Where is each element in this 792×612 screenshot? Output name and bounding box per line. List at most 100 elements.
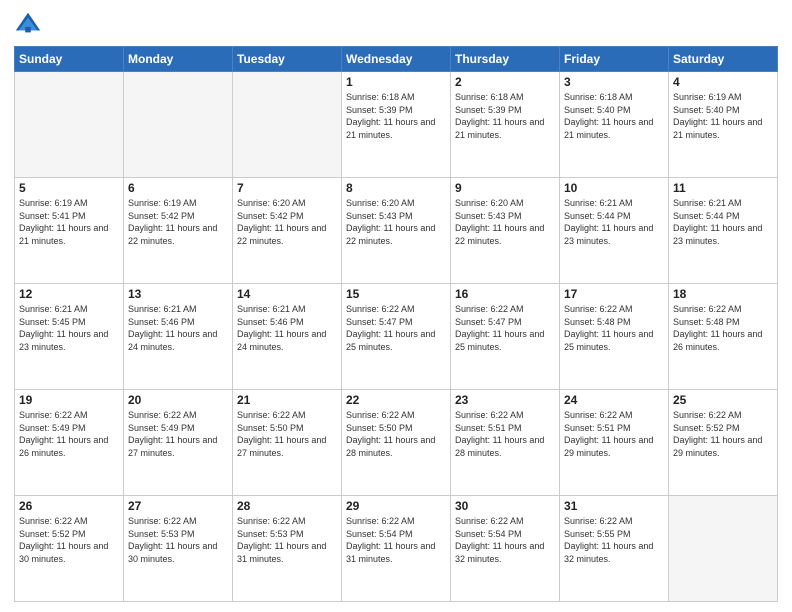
weekday-header-wednesday: Wednesday — [342, 47, 451, 72]
day-number: 19 — [19, 393, 119, 407]
calendar-cell: 19Sunrise: 6:22 AM Sunset: 5:49 PM Dayli… — [15, 390, 124, 496]
day-number: 20 — [128, 393, 228, 407]
calendar-cell: 5 Sunrise: 6:19 AM Sunset: 5:41 PM Daylig… — [15, 178, 124, 284]
day-info: Sunrise: 6:21 AM Sunset: 5:46 PM Dayligh… — [237, 303, 337, 353]
day-info: Sunrise: 6:22 AM Sunset: 5:47 PM Dayligh… — [455, 303, 555, 353]
day-number: 11 — [673, 181, 773, 195]
weekday-header-tuesday: Tuesday — [233, 47, 342, 72]
calendar-cell: 9Sunrise: 6:20 AM Sunset: 5:43 PM Daylig… — [451, 178, 560, 284]
day-number: 1 — [346, 75, 446, 89]
calendar-cell: 7Sunrise: 6:20 AM Sunset: 5:42 PM Daylig… — [233, 178, 342, 284]
calendar-cell: 14 Sunrise: 6:21 AM Sunset: 5:46 PM Dayli… — [233, 284, 342, 390]
weekday-header-monday: Monday — [124, 47, 233, 72]
calendar-cell: 21 Sunrise: 6:22 AM Sunset: 5:50 PM Dayli… — [233, 390, 342, 496]
day-info: Sunrise: 6:22 AM Sunset: 5:48 PM Dayligh… — [564, 303, 664, 353]
day-info: Sunrise: 6:19 AM Sunset: 5:42 PM Dayligh… — [128, 197, 228, 247]
day-info: Sunrise: 6:21 AM Sunset: 5:44 PM Dayligh… — [673, 197, 773, 247]
day-info: Sunrise: 6:22 AM Sunset: 5:54 PM Dayligh… — [346, 515, 446, 565]
calendar-cell: 20 Sunrise: 6:22 AM Sunset: 5:49 PM Dayli… — [124, 390, 233, 496]
weekday-header-row: SundayMondayTuesdayWednesdayThursdayFrid… — [15, 47, 778, 72]
calendar-cell: 31 Sunrise: 6:22 AM Sunset: 5:55 PM Dayli… — [560, 496, 669, 602]
day-number: 24 — [564, 393, 664, 407]
calendar-cell — [233, 72, 342, 178]
day-number: 10 — [564, 181, 664, 195]
calendar-cell: 13 Sunrise: 6:21 AM Sunset: 5:46 PM Dayli… — [124, 284, 233, 390]
day-number: 23 — [455, 393, 555, 407]
calendar-header: SundayMondayTuesdayWednesdayThursdayFrid… — [15, 47, 778, 72]
calendar-cell: 29 Sunrise: 6:22 AM Sunset: 5:54 PM Dayli… — [342, 496, 451, 602]
day-info: Sunrise: 6:22 AM Sunset: 5:51 PM Dayligh… — [455, 409, 555, 459]
calendar-cell: 10 Sunrise: 6:21 AM Sunset: 5:44 PM Dayli… — [560, 178, 669, 284]
calendar-cell: 6 Sunrise: 6:19 AM Sunset: 5:42 PM Daylig… — [124, 178, 233, 284]
day-number: 17 — [564, 287, 664, 301]
header — [14, 10, 778, 38]
calendar-cell: 1 Sunrise: 6:18 AM Sunset: 5:39 PM Daylig… — [342, 72, 451, 178]
calendar-cell: 12 Sunrise: 6:21 AM Sunset: 5:45 PM Dayli… — [15, 284, 124, 390]
calendar-cell: 22 Sunrise: 6:22 AM Sunset: 5:50 PM Dayli… — [342, 390, 451, 496]
day-info: Sunrise: 6:20 AM Sunset: 5:42 PM Dayligh… — [237, 197, 337, 247]
calendar-week-row: 1 Sunrise: 6:18 AM Sunset: 5:39 PM Daylig… — [15, 72, 778, 178]
day-number: 18 — [673, 287, 773, 301]
calendar-cell: 3 Sunrise: 6:18 AM Sunset: 5:40 PM Daylig… — [560, 72, 669, 178]
weekday-header-saturday: Saturday — [669, 47, 778, 72]
day-number: 6 — [128, 181, 228, 195]
logo — [14, 10, 46, 38]
day-info: Sunrise: 6:22 AM Sunset: 5:50 PM Dayligh… — [237, 409, 337, 459]
day-info: Sunrise: 6:22 AM Sunset: 5:55 PM Dayligh… — [564, 515, 664, 565]
day-info: Sunrise: 6:19 AM Sunset: 5:41 PM Dayligh… — [19, 197, 119, 247]
calendar-cell: 8 Sunrise: 6:20 AM Sunset: 5:43 PM Daylig… — [342, 178, 451, 284]
day-number: 15 — [346, 287, 446, 301]
calendar-cell: 28Sunrise: 6:22 AM Sunset: 5:53 PM Dayli… — [233, 496, 342, 602]
day-number: 31 — [564, 499, 664, 513]
day-number: 29 — [346, 499, 446, 513]
day-info: Sunrise: 6:19 AM Sunset: 5:40 PM Dayligh… — [673, 91, 773, 141]
calendar-body: 1 Sunrise: 6:18 AM Sunset: 5:39 PM Daylig… — [15, 72, 778, 602]
day-info: Sunrise: 6:22 AM Sunset: 5:53 PM Dayligh… — [237, 515, 337, 565]
calendar-cell — [669, 496, 778, 602]
day-info: Sunrise: 6:21 AM Sunset: 5:44 PM Dayligh… — [564, 197, 664, 247]
day-number: 3 — [564, 75, 664, 89]
day-number: 8 — [346, 181, 446, 195]
day-number: 21 — [237, 393, 337, 407]
day-info: Sunrise: 6:22 AM Sunset: 5:51 PM Dayligh… — [564, 409, 664, 459]
calendar-cell: 18 Sunrise: 6:22 AM Sunset: 5:48 PM Dayli… — [669, 284, 778, 390]
calendar-week-row: 19 Sunrise: 6:22 AM Sunset: 5:49 PM Dayli… — [15, 390, 778, 496]
day-number: 27 — [128, 499, 228, 513]
calendar-table: SundayMondayTuesdayWednesdayThursdayFrid… — [14, 46, 778, 602]
weekday-header-thursday: Thursday — [451, 47, 560, 72]
day-info: Sunrise: 6:22 AM Sunset: 5:54 PM Dayligh… — [455, 515, 555, 565]
day-number: 30 — [455, 499, 555, 513]
day-info: Sunrise: 6:21 AM Sunset: 5:46 PM Dayligh… — [128, 303, 228, 353]
day-info: Sunrise: 6:20 AM Sunset: 5:43 PM Dayligh… — [346, 197, 446, 247]
day-number: 5 — [19, 181, 119, 195]
day-number: 14 — [237, 287, 337, 301]
day-info: Sunrise: 6:22 AM Sunset: 5:47 PM Dayligh… — [346, 303, 446, 353]
calendar-cell: 16 Sunrise: 6:22 AM Sunset: 5:47 PM Dayli… — [451, 284, 560, 390]
day-info: Sunrise: 6:22 AM Sunset: 5:49 PM Dayligh… — [128, 409, 228, 459]
day-number: 16 — [455, 287, 555, 301]
calendar-cell — [15, 72, 124, 178]
day-info: Sunrise: 6:18 AM Sunset: 5:39 PM Dayligh… — [346, 91, 446, 141]
day-number: 26 — [19, 499, 119, 513]
calendar-cell: 24 Sunrise: 6:22 AM Sunset: 5:51 PM Dayli… — [560, 390, 669, 496]
page: SundayMondayTuesdayWednesdayThursdayFrid… — [0, 0, 792, 612]
day-info: Sunrise: 6:21 AM Sunset: 5:45 PM Dayligh… — [19, 303, 119, 353]
calendar-cell: 4Sunrise: 6:19 AM Sunset: 5:40 PM Daylig… — [669, 72, 778, 178]
day-number: 13 — [128, 287, 228, 301]
calendar-cell: 30 Sunrise: 6:22 AM Sunset: 5:54 PM Dayli… — [451, 496, 560, 602]
calendar-week-row: 5 Sunrise: 6:19 AM Sunset: 5:41 PM Daylig… — [15, 178, 778, 284]
calendar-cell: 17 Sunrise: 6:22 AM Sunset: 5:48 PM Dayli… — [560, 284, 669, 390]
calendar-cell — [124, 72, 233, 178]
calendar-week-row: 26Sunrise: 6:22 AM Sunset: 5:52 PM Dayli… — [15, 496, 778, 602]
calendar-cell: 27Sunrise: 6:22 AM Sunset: 5:53 PM Dayli… — [124, 496, 233, 602]
weekday-header-sunday: Sunday — [15, 47, 124, 72]
calendar-cell: 25Sunrise: 6:22 AM Sunset: 5:52 PM Dayli… — [669, 390, 778, 496]
day-number: 12 — [19, 287, 119, 301]
weekday-header-friday: Friday — [560, 47, 669, 72]
day-number: 22 — [346, 393, 446, 407]
day-info: Sunrise: 6:18 AM Sunset: 5:40 PM Dayligh… — [564, 91, 664, 141]
day-info: Sunrise: 6:22 AM Sunset: 5:48 PM Dayligh… — [673, 303, 773, 353]
calendar-cell: 15 Sunrise: 6:22 AM Sunset: 5:47 PM Dayli… — [342, 284, 451, 390]
calendar-cell: 2Sunrise: 6:18 AM Sunset: 5:39 PM Daylig… — [451, 72, 560, 178]
day-info: Sunrise: 6:22 AM Sunset: 5:50 PM Dayligh… — [346, 409, 446, 459]
